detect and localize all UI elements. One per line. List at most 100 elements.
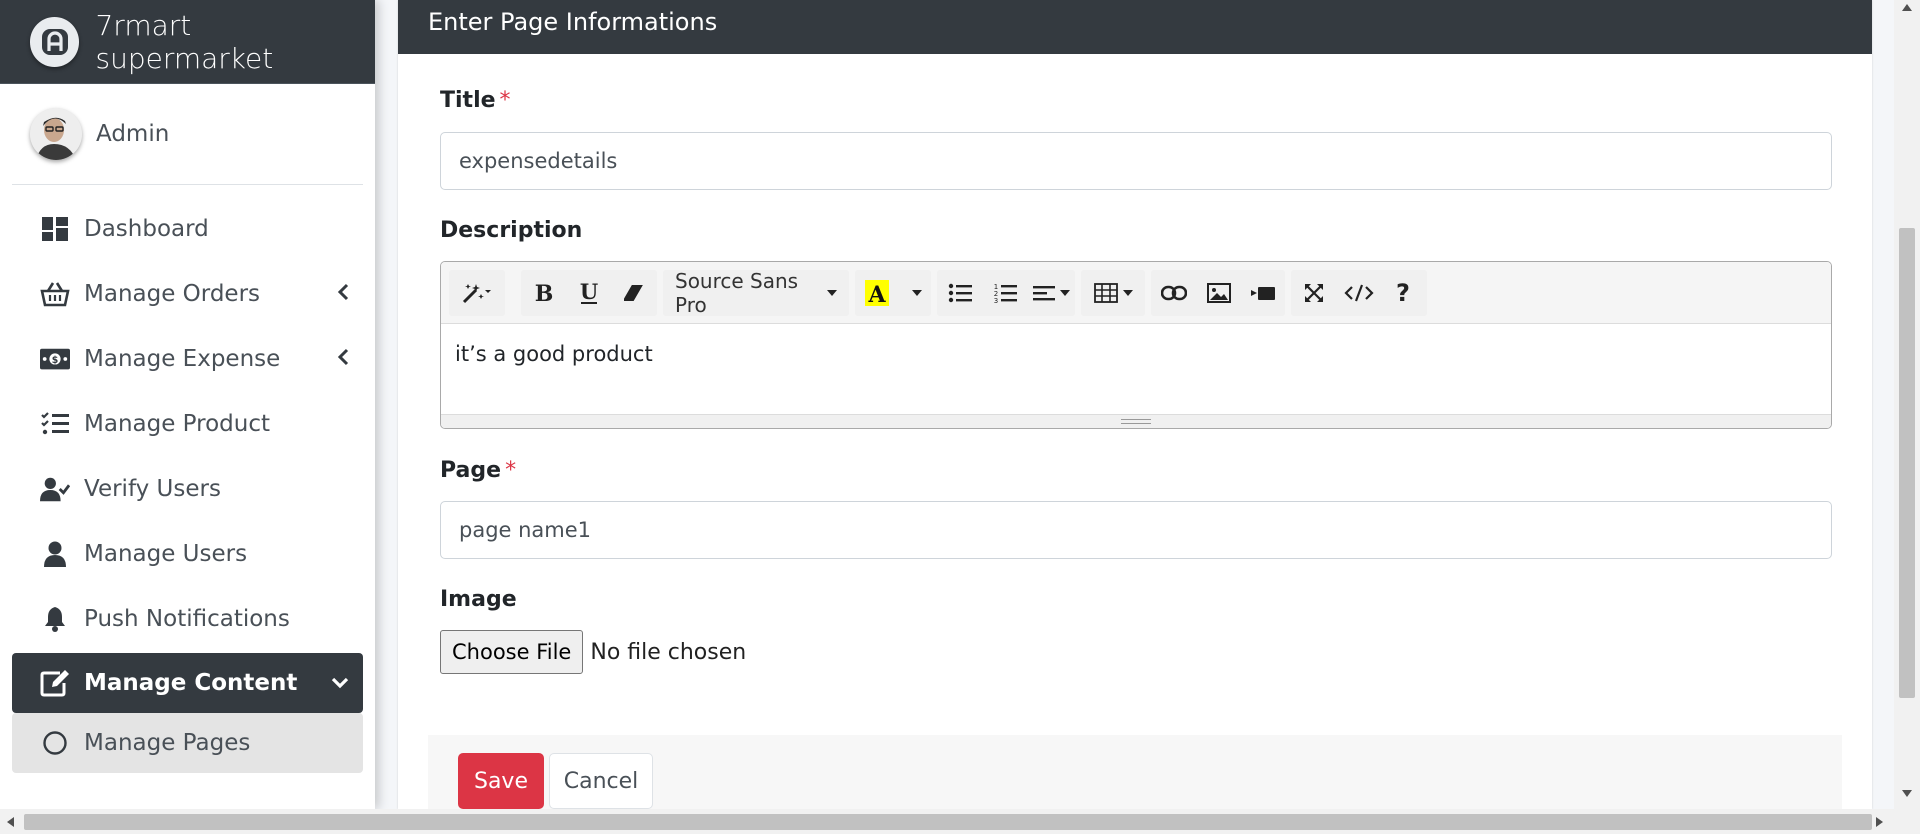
tasks-icon	[40, 409, 70, 439]
brand-link[interactable]: 7rmart supermarket	[0, 0, 375, 84]
help-icon[interactable]: ?	[1381, 270, 1425, 316]
editor-resize-bar[interactable]	[441, 414, 1831, 428]
title-input[interactable]	[440, 132, 1832, 190]
sidebar-item-label: Manage Product	[84, 410, 270, 437]
sidebar-item-manage-orders[interactable]: Manage Orders	[12, 261, 363, 326]
caret-down-icon	[827, 290, 837, 296]
card-footer: Save Cancel	[428, 735, 1842, 815]
avatar	[30, 108, 82, 160]
image-file-input: Choose File No file chosen	[440, 630, 746, 674]
user-name: Admin	[96, 121, 170, 147]
sidebar-item-label: Manage Expense	[84, 345, 281, 372]
title-label-text: Title	[440, 88, 496, 113]
user-icon	[40, 539, 70, 569]
image-icon[interactable]	[1196, 270, 1241, 316]
svg-text:U: U	[579, 281, 597, 304]
basket-icon	[40, 279, 70, 309]
vertical-scroll-thumb[interactable]	[1899, 228, 1915, 698]
brand-logo-icon	[30, 16, 80, 67]
sidebar-item-label: Manage Users	[84, 540, 248, 567]
sidebar-item-push-notifications[interactable]: Push Notifications	[12, 586, 363, 651]
save-button[interactable]: Save	[458, 753, 544, 809]
color-dropdown-button[interactable]	[899, 270, 929, 316]
choose-file-button[interactable]: Choose File	[440, 630, 584, 674]
sidebar-item-manage-users[interactable]: Manage Users	[12, 521, 363, 586]
sidebar-item-label: Push Notifications	[84, 605, 290, 632]
style-group	[449, 270, 505, 316]
table-group	[1081, 270, 1145, 316]
page-label-text: Page	[440, 458, 502, 483]
chevron-down-icon	[331, 675, 349, 694]
sidebar: 7rmart supermarket Admin Dashboard Manag…	[0, 0, 375, 809]
sidebar-item-label: Dashboard	[84, 215, 209, 242]
view-group: ?	[1291, 270, 1427, 316]
sidebar-nav: Dashboard Manage Orders $ Manage Expense	[0, 196, 375, 773]
caret-down-icon	[1059, 290, 1070, 296]
sidebar-item-manage-product[interactable]: Manage Product	[12, 391, 363, 456]
user-panel[interactable]: Admin	[12, 84, 363, 185]
page-info-card: Enter Page Informations Title* Descripti…	[398, 0, 1872, 815]
fullscreen-icon[interactable]	[1291, 270, 1336, 316]
scroll-down-icon[interactable]	[1902, 790, 1912, 797]
title-label: Title *	[440, 88, 511, 113]
code-view-icon[interactable]	[1336, 270, 1381, 316]
sidebar-item-label: Manage Orders	[84, 280, 261, 307]
resize-grip-icon	[1121, 419, 1151, 424]
font-group: Source Sans Pro	[663, 269, 849, 317]
svg-text:3: 3	[993, 297, 997, 304]
editor-content[interactable]: it’s a good product	[441, 324, 1831, 414]
insert-group	[1151, 270, 1285, 316]
table-icon[interactable]	[1081, 270, 1145, 316]
page-label: Page *	[440, 458, 516, 483]
chevron-left-icon	[337, 348, 349, 370]
unordered-list-icon[interactable]	[937, 270, 982, 316]
eraser-icon[interactable]	[611, 270, 656, 316]
horizontal-scroll-thumb[interactable]	[24, 814, 1872, 830]
horizontal-scrollbar[interactable]	[0, 809, 1920, 834]
dashboard-icon	[40, 214, 70, 244]
caret-down-icon	[911, 290, 922, 296]
video-icon[interactable]	[1241, 270, 1285, 316]
sidebar-item-label: Manage Pages	[84, 730, 251, 756]
sidebar-item-label: Verify Users	[84, 475, 221, 502]
required-mark: *	[499, 88, 511, 113]
font-family-dropdown[interactable]: Source Sans Pro	[663, 269, 849, 317]
cancel-button[interactable]: Cancel	[549, 753, 653, 809]
caret-down-icon	[1122, 290, 1133, 296]
description-editor: B U Source Sans Pro A 1 2 3 ? it’s a goo…	[440, 261, 1832, 429]
font-family-label: Source Sans Pro	[675, 269, 799, 317]
sidebar-item-verify-users[interactable]: Verify Users	[12, 456, 363, 521]
circle-icon	[40, 728, 70, 758]
required-mark: *	[505, 458, 517, 483]
link-icon[interactable]	[1151, 270, 1196, 316]
card-title: Enter Page Informations	[398, 0, 1872, 54]
svg-text:B: B	[534, 282, 553, 304]
brand-name: 7rmart supermarket	[95, 8, 274, 75]
sidebar-item-dashboard[interactable]: Dashboard	[12, 196, 363, 261]
svg-text:A: A	[867, 282, 886, 306]
page-input[interactable]	[440, 501, 1832, 559]
user-check-icon	[40, 474, 70, 504]
sidebar-item-manage-expense[interactable]: $ Manage Expense	[12, 326, 363, 391]
align-dropdown-button[interactable]	[1027, 270, 1075, 316]
format-group: B U	[521, 270, 657, 316]
bell-icon	[40, 604, 70, 634]
edit-icon	[40, 668, 70, 698]
image-label: Image	[440, 587, 517, 612]
scroll-up-icon[interactable]	[1902, 4, 1912, 11]
ordered-list-icon[interactable]: 123	[982, 270, 1027, 316]
sidebar-item-label: Manage Content	[84, 670, 298, 696]
sidebar-item-manage-content[interactable]: Manage Content	[12, 653, 363, 713]
money-bill-icon: $	[40, 344, 70, 374]
scroll-right-icon[interactable]	[1876, 817, 1883, 827]
underline-button[interactable]: U	[566, 270, 611, 316]
sidebar-item-manage-pages[interactable]: Manage Pages	[12, 713, 363, 773]
description-label: Description	[440, 218, 583, 243]
bold-button[interactable]: B	[521, 270, 566, 316]
text-color-button[interactable]: A	[855, 270, 899, 316]
vertical-scrollbar[interactable]	[1894, 0, 1920, 809]
color-group: A	[855, 270, 931, 316]
magic-style-button[interactable]	[449, 270, 505, 316]
scroll-left-icon[interactable]	[7, 817, 14, 827]
svg-text:?: ?	[1396, 281, 1410, 305]
